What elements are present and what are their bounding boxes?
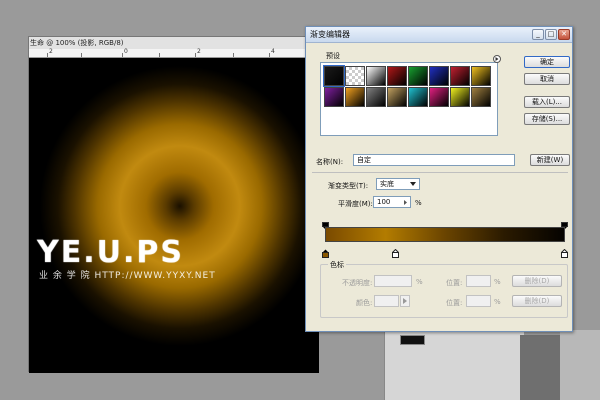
preset-swatch[interactable] [408,66,428,86]
watermark-subtitle: 业 余 学 院 HTTP://WWW.YYXY.NET [39,271,216,281]
opacity-unit: % [416,278,423,286]
preset-swatch[interactable] [387,66,407,86]
chevron-right-icon [403,298,407,304]
cancel-button[interactable]: 取消 [524,73,570,85]
opacity-location-field[interactable] [466,275,491,287]
name-field[interactable]: 自定 [353,154,515,166]
ok-button[interactable]: 确定 [524,56,570,68]
preset-swatch[interactable] [471,87,491,107]
chevron-down-icon [410,182,416,186]
color-menu-button[interactable] [400,295,410,307]
ruler-tick-label: 2 [197,48,201,55]
watermark-title: YE.U.PS [37,235,184,270]
name-label: 名称(N): [316,158,344,166]
screen: 生命 @ 100% (投影, RGB/8) 2 0 2 4 YE.U.PS 业 … [0,0,600,400]
chevron-right-icon [404,200,407,205]
location-unit: % [494,298,501,306]
opacity-stop-left[interactable] [322,215,329,230]
close-button[interactable]: ✕ [558,29,570,40]
dialog-titlebar[interactable]: 渐变编辑器 _ □ ✕ [306,27,572,43]
document-window[interactable]: 生命 @ 100% (投影, RGB/8) 2 0 2 4 YE.U.PS 业 … [28,36,319,373]
smoothness-field[interactable]: 100 [373,196,411,208]
preset-swatch[interactable] [450,66,470,86]
preset-swatch[interactable] [429,87,449,107]
presets-list[interactable] [320,62,498,136]
preset-swatch[interactable] [345,66,365,86]
location-label: 位置: [446,299,463,307]
opacity-stop-right[interactable] [561,215,568,230]
dialog-title: 渐变编辑器 [310,30,350,39]
color-stops-group [320,264,568,318]
ruler-tick-label: 2 [49,48,53,55]
smoothness-label: 平滑度(M): [338,200,373,208]
location-unit: % [494,278,501,286]
save-button[interactable]: 存储(S)... [524,113,570,125]
preset-swatch[interactable] [324,87,344,107]
preset-swatch[interactable] [323,65,345,87]
horizontal-ruler[interactable]: 2 0 2 4 [29,48,319,58]
gradient-editor-dialog: 渐变编辑器 _ □ ✕ 预设 确定 取消 载入(L)... 存储(S)... 名… [305,26,573,332]
smoothness-value: 100 [377,198,391,206]
gradient-preview-bar[interactable] [325,227,565,242]
preset-swatch[interactable] [387,87,407,107]
gradient-type-select[interactable]: 实底 [376,178,420,190]
preset-menu-icon[interactable] [493,55,501,63]
preset-swatch[interactable] [366,66,386,86]
presets-label: 预设 [326,52,340,60]
color-stop-left[interactable] [322,243,329,258]
panel-strip-right [560,330,600,400]
preset-swatch[interactable] [471,66,491,86]
preset-swatch[interactable] [345,87,365,107]
delete-color-stop-button[interactable]: 删除(D) [512,295,562,307]
image-canvas[interactable]: YE.U.PS 业 余 学 院 HTTP://WWW.YYXY.NET [29,58,319,373]
gradient-type-label: 渐变类型(T): [328,182,369,190]
gradient-type-value: 实底 [380,180,394,188]
ruler-tick-label: 4 [271,48,275,55]
load-button[interactable]: 载入(L)... [524,96,570,108]
opacity-label: 不透明度: [342,279,373,287]
minimize-button[interactable]: _ [532,29,544,40]
color-label: 颜色: [356,299,373,307]
color-stops-label: 色标 [328,260,346,270]
ruler-tick-label: 0 [124,48,128,55]
opacity-field[interactable] [374,275,412,287]
smoothness-unit: % [415,199,422,207]
divider [312,172,568,173]
preset-swatch[interactable] [429,66,449,86]
new-button[interactable]: 新建(W) [530,154,570,166]
color-location-field[interactable] [466,295,491,307]
location-label: 位置: [446,279,463,287]
color-stop-middle[interactable] [391,243,400,258]
color-stop-right[interactable] [560,243,569,258]
preset-swatch[interactable] [366,87,386,107]
maximize-button[interactable]: □ [545,29,557,40]
color-swatch[interactable] [374,295,399,307]
delete-opacity-stop-button[interactable]: 删除(D) [512,275,562,287]
preset-swatch[interactable] [408,87,428,107]
document-title: 生命 @ 100% (投影, RGB/8) [29,37,319,49]
preset-swatch[interactable] [450,87,470,107]
layer-thumbnail[interactable] [400,335,425,345]
